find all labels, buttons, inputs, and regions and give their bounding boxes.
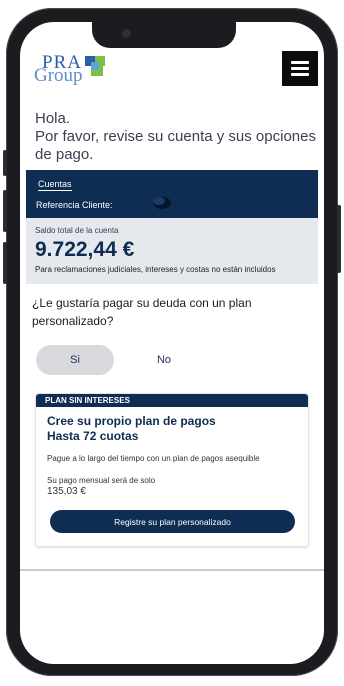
redacted-reference-value (153, 197, 171, 209)
power-button (337, 205, 341, 273)
greeting-hello: Hola. (35, 110, 71, 127)
account-bar: Cuentas Referencia Cliente: (26, 170, 318, 218)
logo-mark-icon (85, 56, 105, 76)
notch (92, 22, 236, 48)
plan-title-line2: Hasta 72 cuotas (47, 429, 139, 443)
payment-plan-question: ¿Le gustaría pagar su deuda con un plan … (32, 296, 252, 328)
option-no-button[interactable]: No (132, 345, 196, 375)
balance-label: Saldo total de la cuenta (35, 226, 119, 235)
screen: PRA Group Hola. Por favor, revise su cue… (20, 22, 324, 664)
accounts-tab[interactable]: Cuentas (38, 179, 72, 191)
hamburger-menu-icon[interactable] (282, 51, 318, 86)
side-button (3, 150, 7, 176)
monthly-payment-label: Su pago mensual será de solo (47, 476, 156, 485)
register-plan-button[interactable]: Registre su plan personalizado (50, 510, 295, 533)
balance-note: Para reclamaciones judiciales, intereses… (35, 265, 276, 274)
plan-card: PLAN SIN INTERESES Cree su propio plan d… (35, 393, 309, 547)
customer-reference-label: Referencia Cliente: (36, 200, 113, 210)
divider (20, 569, 324, 571)
plan-description: Pague a lo largo del tiempo con un plan … (47, 454, 260, 463)
option-yes-button[interactable]: Si (36, 345, 114, 375)
greeting-message: Por favor, revise su cuenta y sus opcion… (35, 128, 316, 163)
camera (122, 29, 131, 38)
monthly-payment-amount: 135,03 € (47, 486, 86, 497)
plan-banner: PLAN SIN INTERESES (36, 394, 308, 407)
plan-title: Cree su propio plan de pagos Hasta 72 cu… (47, 414, 216, 444)
balance-panel: Saldo total de la cuenta 9.722,44 € Para… (26, 218, 318, 284)
greeting-text: Hola. Por favor, revise su cuenta y sus … (35, 110, 321, 164)
plan-banner-label: PLAN SIN INTERESES (45, 396, 130, 405)
plan-title-line1: Cree su propio plan de pagos (47, 414, 216, 428)
menu-bar (291, 73, 309, 76)
balance-amount: 9.722,44 € (35, 238, 135, 261)
menu-bar (291, 67, 309, 70)
volume-down-button (3, 242, 7, 284)
volume-up-button (3, 190, 7, 232)
logo-text-group: Group (34, 65, 83, 86)
menu-bar (291, 61, 309, 64)
pra-group-logo[interactable]: PRA Group (34, 52, 114, 86)
